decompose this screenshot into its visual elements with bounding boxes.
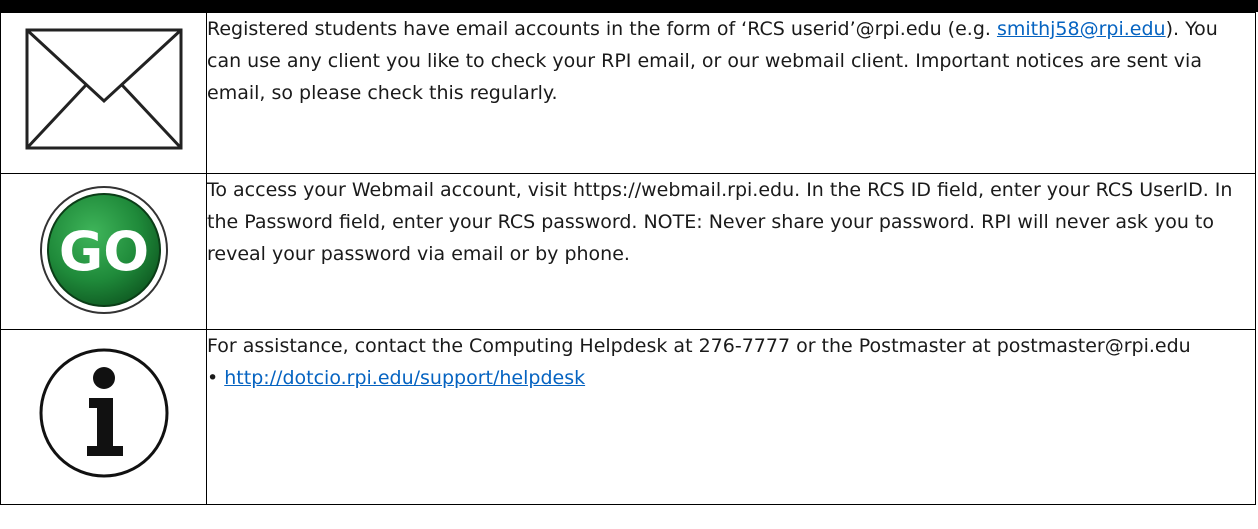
top-bar	[0, 0, 1258, 12]
helpdesk-link[interactable]: http://dotcio.rpi.edu/support/helpdesk	[224, 367, 585, 389]
assistance-text: For assistance, contact the Computing He…	[207, 335, 1191, 357]
go-icon: GO	[39, 186, 168, 314]
icon-cell: GO	[0, 173, 207, 330]
info-table: Registered students have email accounts …	[0, 12, 1256, 505]
go-icon-label: GO	[58, 220, 148, 283]
email-link-paren: )	[1165, 18, 1174, 40]
icon-cell	[0, 12, 207, 174]
table-row-assistance: For assistance, contact the Computing He…	[0, 329, 1256, 505]
example-email-link[interactable]: smithj58@rpi.edu	[997, 18, 1166, 40]
envelope-icon	[25, 28, 182, 150]
webmail-info-text: To access your Webmail account, visit ht…	[206, 173, 1256, 330]
helpdesk-link-item: • http://dotcio.rpi.edu/support/helpdesk	[207, 362, 1255, 394]
email-info-text: Registered students have email accounts …	[206, 12, 1256, 174]
table-row-webmail: GO To access your Webmail account, visit…	[0, 173, 1256, 330]
bullet: •	[207, 367, 225, 389]
email-text-part-1: Registered students have email accounts …	[207, 18, 997, 40]
assistance-info-text: For assistance, contact the Computing He…	[206, 329, 1256, 505]
info-icon	[39, 348, 168, 478]
table-row-email: Registered students have email accounts …	[0, 12, 1256, 174]
webmail-text: To access your Webmail account, visit ht…	[207, 179, 1233, 265]
icon-cell	[0, 329, 207, 505]
